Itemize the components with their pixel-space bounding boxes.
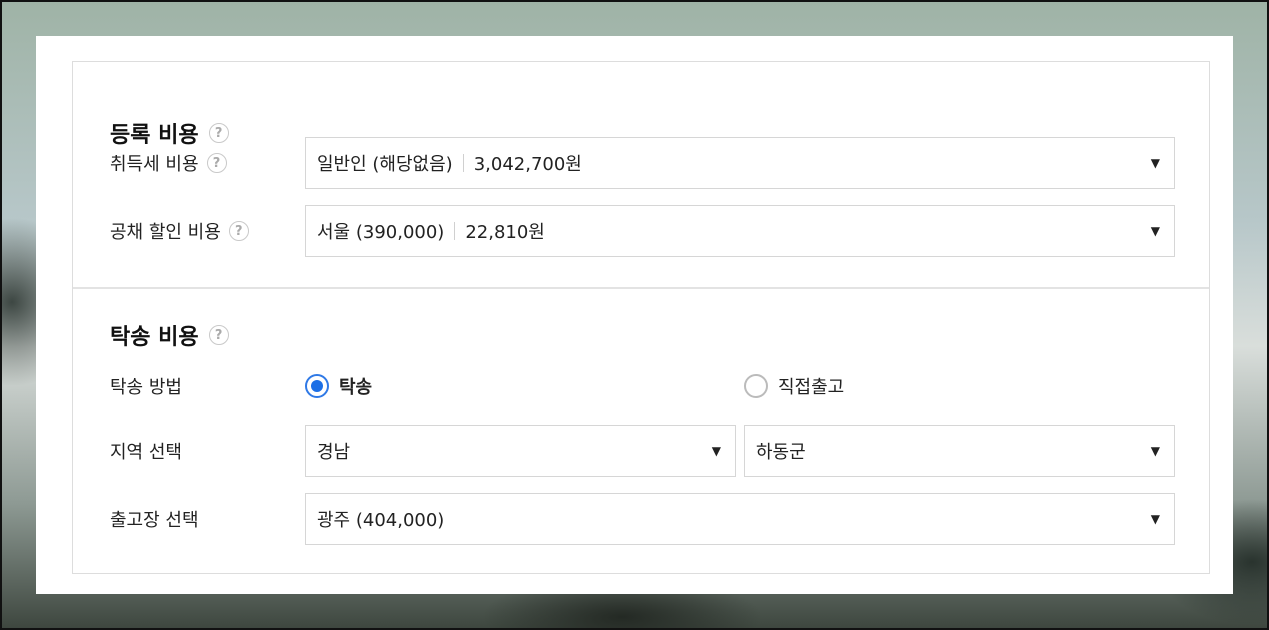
region-label: 지역 선택 xyxy=(110,442,182,463)
bond-discount-amount: 22,810원 xyxy=(465,222,545,243)
acquisition-tax-amount: 3,042,700원 xyxy=(473,154,582,175)
district-value: 하동군 xyxy=(756,442,806,463)
radio-delivery-label: 탁송 xyxy=(339,377,373,398)
depot-value: 광주 (404,000) xyxy=(317,510,445,531)
acquisition-tax-type: 일반인 (해당없음) xyxy=(317,154,453,175)
caret-down-icon: ▼ xyxy=(1150,156,1160,170)
shipping-section: 탁송 비용 ? 탁송 방법 탁송 직접출고 지역 선택 경남 ▼ 하동군 ▼ 출… xyxy=(73,287,1209,575)
shipping-method-label: 탁송 방법 xyxy=(110,377,182,398)
caret-down-icon: ▼ xyxy=(1150,512,1160,526)
bond-discount-region: 서울 (390,000) xyxy=(317,222,445,243)
depot-select[interactable]: 광주 (404,000) ▼ xyxy=(305,493,1175,545)
depot-label: 출고장 선택 xyxy=(110,510,199,531)
caret-down-icon: ▼ xyxy=(1150,224,1160,238)
radio-selected-icon xyxy=(305,374,329,398)
value-separator xyxy=(454,222,456,240)
bond-discount-label-text: 공채 할인 비용 xyxy=(110,222,221,243)
bond-discount-select[interactable]: 서울 (390,000) 22,810원 ▼ xyxy=(305,205,1175,257)
cost-panel: 등록 비용 ? 취득세 비용 ? 일반인 (해당없음) 3,042,700원 ▼… xyxy=(36,36,1233,594)
cost-box: 등록 비용 ? 취득세 비용 ? 일반인 (해당없음) 3,042,700원 ▼… xyxy=(72,61,1210,574)
radio-direct-release[interactable]: 직접출고 xyxy=(744,371,844,401)
radio-direct-release-label: 직접출고 xyxy=(778,377,845,398)
shipping-title-text: 탁송 비용 xyxy=(110,325,199,350)
acquisition-tax-label: 취득세 비용 ? xyxy=(110,137,227,189)
radio-delivery[interactable]: 탁송 xyxy=(305,371,372,401)
acquisition-tax-label-text: 취득세 비용 xyxy=(110,154,199,175)
question-circle-icon[interactable]: ? xyxy=(228,221,249,241)
caret-down-icon: ▼ xyxy=(711,444,721,458)
value-separator xyxy=(462,154,464,172)
district-select[interactable]: 하동군 ▼ xyxy=(744,425,1175,477)
province-select[interactable]: 경남 ▼ xyxy=(305,425,736,477)
question-circle-icon[interactable]: ? xyxy=(206,153,227,173)
caret-down-icon: ▼ xyxy=(1150,444,1160,458)
bond-discount-label: 공채 할인 비용 ? xyxy=(110,205,249,257)
radio-unselected-icon xyxy=(744,374,768,398)
question-circle-icon[interactable]: ? xyxy=(208,325,229,345)
shipping-title: 탁송 비용 ? xyxy=(110,319,229,351)
province-value: 경남 xyxy=(317,442,351,463)
acquisition-tax-select[interactable]: 일반인 (해당없음) 3,042,700원 ▼ xyxy=(305,137,1175,189)
registration-section: 등록 비용 ? 취득세 비용 ? 일반인 (해당없음) 3,042,700원 ▼… xyxy=(73,62,1209,287)
